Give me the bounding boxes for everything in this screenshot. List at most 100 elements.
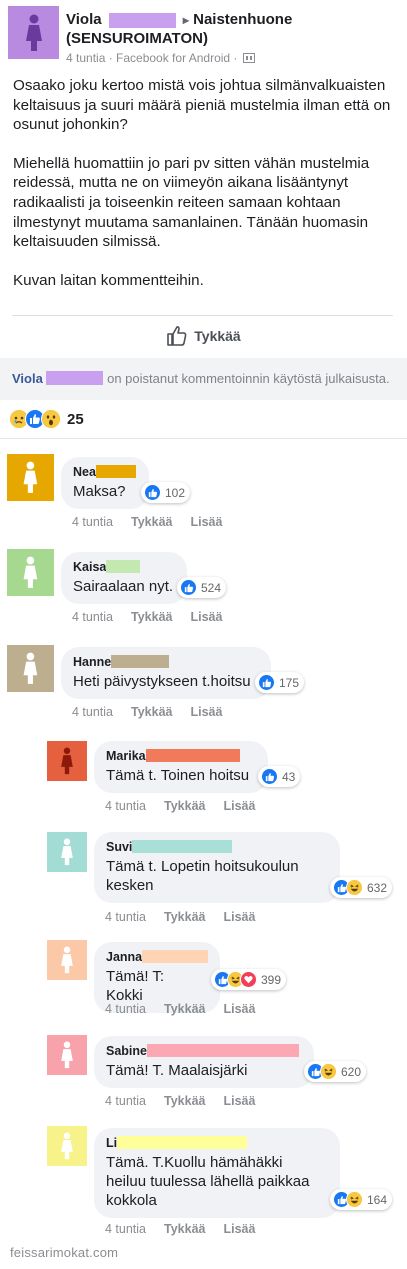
like-button[interactable]: Tykkää: [0, 316, 407, 356]
comment-timestamp[interactable]: 4 tuntia: [72, 515, 113, 529]
comment-bubble: Nea Maksa?: [61, 457, 149, 509]
love-reaction-icon: [240, 971, 257, 988]
comment-reactions[interactable]: 102: [141, 482, 191, 503]
commenter-name[interactable]: Li: [106, 1135, 328, 1151]
comment-text: Maksa?: [73, 483, 126, 500]
commenter-avatar[interactable]: [7, 454, 54, 501]
commenter-name[interactable]: Hanne: [73, 654, 259, 670]
redaction-block: [108, 12, 176, 28]
comment-timestamp[interactable]: 4 tuntia: [105, 1094, 146, 1108]
comment-reactions[interactable]: 43: [258, 766, 301, 787]
commenter-avatar[interactable]: [47, 1126, 87, 1166]
commenter-name[interactable]: Sabine: [106, 1043, 302, 1059]
group-name-line2[interactable]: (SENSUROIMATON): [66, 29, 208, 48]
commenter-avatar[interactable]: [47, 940, 87, 980]
comment-reactions[interactable]: 620: [304, 1061, 367, 1082]
comment-reactions[interactable]: 399: [211, 969, 287, 990]
redaction-block: [46, 371, 104, 385]
redaction-block: [95, 465, 136, 478]
post-timestamp[interactable]: 4 tuntia · Facebook for Android ·: [66, 51, 237, 65]
wow-reaction-icon: [41, 409, 61, 429]
comment-reactions[interactable]: 175: [255, 672, 305, 693]
comment-timestamp[interactable]: 4 tuntia: [105, 1222, 146, 1236]
commenter-name-text: Suvi: [106, 840, 133, 854]
reaction-summary[interactable]: 25: [9, 408, 84, 430]
comment-more-button[interactable]: Lisää: [190, 610, 222, 624]
comment-timestamp[interactable]: 4 tuntia: [105, 1002, 146, 1016]
comments-disabled-notice: Viola on poistanut kommentoinnin käytöst…: [0, 358, 407, 400]
comment-like-button[interactable]: Tykkää: [164, 1222, 205, 1236]
comment-reactions[interactable]: 164: [330, 1189, 393, 1210]
author-name[interactable]: Viola: [66, 11, 102, 28]
comment-more-button[interactable]: Lisää: [223, 799, 255, 813]
like-reaction-icon: [261, 768, 278, 785]
commenter-avatar[interactable]: [7, 645, 54, 692]
comment-like-button[interactable]: Tykkää: [131, 705, 172, 719]
comment-text: Tämä! T. Maalaisjärki: [106, 1062, 248, 1079]
commenter-name[interactable]: Kaisa: [73, 559, 175, 575]
redaction-block: [106, 560, 141, 573]
comment-reaction-count: 175: [279, 675, 300, 690]
post-paragraph: Miehellä huomattiin jo pari pv sitten vä…: [13, 154, 370, 251]
comment-like-button[interactable]: Tykkää: [164, 1094, 205, 1108]
post-title-line: Viola ▸ Naistenhuone: [66, 10, 402, 30]
commenter-name[interactable]: Marika: [106, 748, 256, 764]
commenter-avatar[interactable]: [47, 1035, 87, 1075]
redaction-block: [117, 1136, 248, 1149]
person-icon: [23, 652, 38, 684]
comment-more-button[interactable]: Lisää: [223, 1094, 255, 1108]
comment-reaction-count: 632: [367, 880, 388, 895]
commenter-name-text: Nea: [73, 465, 96, 479]
comment-more-button[interactable]: Lisää: [190, 705, 222, 719]
haha-reaction-icon: [346, 879, 363, 896]
watermark: feissarimokat.com: [10, 1245, 119, 1260]
commenter-avatar[interactable]: [47, 741, 87, 781]
comment-timestamp[interactable]: 4 tuntia: [105, 799, 146, 813]
post-paragraph: Kuvan laitan kommentteihin.: [13, 271, 204, 289]
person-icon: [61, 1132, 73, 1160]
comment-like-button[interactable]: Tykkää: [131, 515, 172, 529]
comment-text: Tämä! T: Kokki: [106, 968, 165, 1004]
comment-bubble: Marika Tämä t. Toinen hoitsu: [94, 741, 268, 793]
comment-like-button[interactable]: Tykkää: [131, 610, 172, 624]
person-icon: [23, 556, 38, 588]
commenter-name[interactable]: Janna: [106, 949, 209, 965]
comment-reaction-count: 164: [367, 1192, 388, 1207]
post-body: Osaako joku kertoo mistä vois johtua sil…: [13, 76, 398, 309]
comment-like-button[interactable]: Tykkää: [164, 799, 205, 813]
comment-timestamp[interactable]: 4 tuntia: [105, 910, 146, 924]
comment-like-button[interactable]: Tykkää: [164, 910, 205, 924]
comment-actions: 4 tuntia Tykkää Lisää: [72, 610, 240, 624]
commenter-avatar[interactable]: [47, 832, 87, 872]
commenter-name-text: Li: [106, 1136, 118, 1150]
comment-timestamp[interactable]: 4 tuntia: [72, 610, 113, 624]
redaction-block: [142, 950, 209, 963]
commenter-avatar[interactable]: [7, 549, 54, 596]
group-privacy-icon: [242, 53, 255, 63]
comment-more-button[interactable]: Lisää: [223, 1222, 255, 1236]
post-paragraph: Osaako joku kertoo mistä vois johtua sil…: [13, 77, 391, 134]
comment-reactions[interactable]: 524: [177, 577, 227, 598]
post-header: Viola ▸ Naistenhuone (SENSUROIMATON) 4 t…: [0, 0, 407, 68]
comment-bubble: Hanne Heti päivystykseen t.hoitsu: [61, 647, 271, 699]
divider: [0, 438, 407, 439]
group-name[interactable]: Naistenhuone: [193, 11, 292, 28]
comment-timestamp[interactable]: 4 tuntia: [72, 705, 113, 719]
author-avatar[interactable]: [8, 6, 59, 59]
redaction-block: [111, 655, 170, 668]
comment-reactions[interactable]: 632: [330, 877, 393, 898]
notice-author[interactable]: Viola: [12, 371, 43, 386]
person-icon: [23, 461, 38, 493]
commenter-name[interactable]: Nea: [73, 464, 137, 480]
comment-text: Sairaalaan nyt.: [73, 578, 174, 595]
comment-like-button[interactable]: Tykkää: [164, 1002, 205, 1016]
comment-reaction-count: 620: [341, 1064, 362, 1079]
person-icon: [61, 747, 73, 775]
commenter-name[interactable]: Suvi: [106, 839, 328, 855]
comment-more-button[interactable]: Lisää: [223, 1002, 255, 1016]
comment-more-button[interactable]: Lisää: [190, 515, 222, 529]
thumbs-up-icon: [167, 326, 187, 346]
comment-more-button[interactable]: Lisää: [223, 910, 255, 924]
arrow-icon: ▸: [182, 13, 189, 27]
comment-actions: 4 tuntia Tykkää Lisää: [105, 1002, 273, 1016]
